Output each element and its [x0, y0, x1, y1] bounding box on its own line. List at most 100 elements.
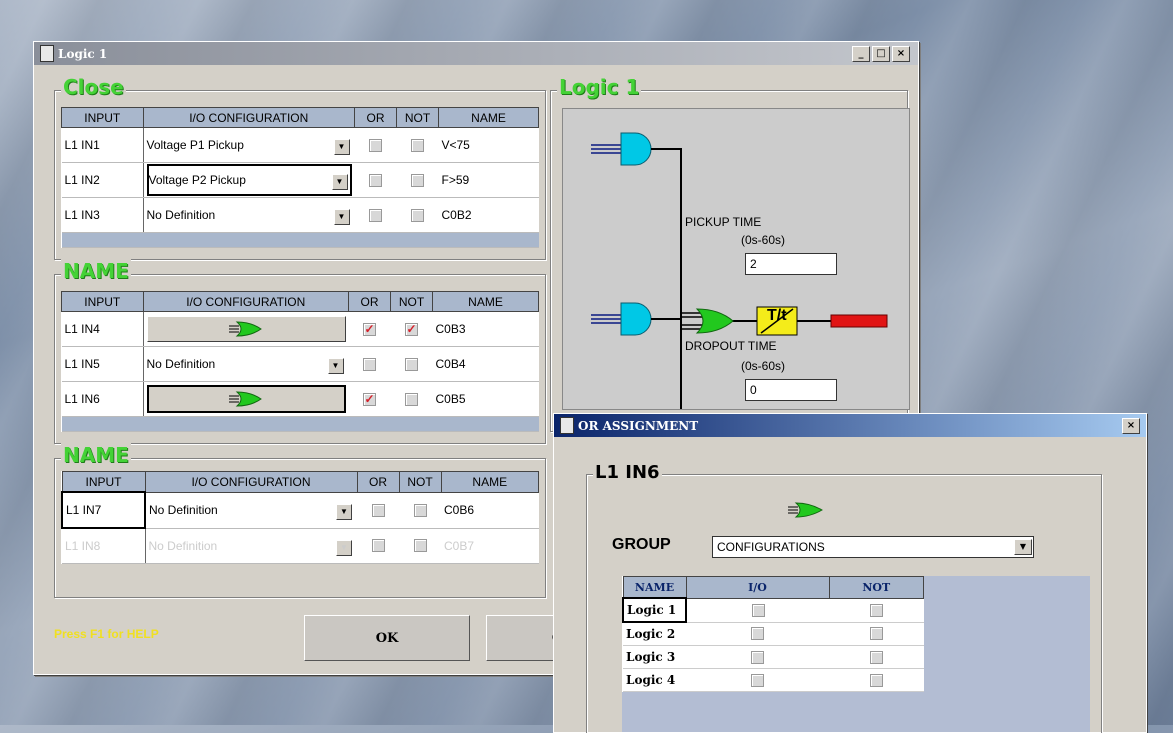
chevron-down-icon[interactable]: ▼ [333, 209, 350, 225]
logic-diagram-svg [591, 132, 888, 409]
group-close: Close INPUT I/O CONFIGURATION OR NOT NAM… [54, 75, 546, 260]
io-config-select[interactable]: No Definition ▼ [147, 201, 352, 229]
row-name[interactable]: Logic 1 [622, 597, 687, 623]
ok-button[interactable]: OK [304, 615, 470, 661]
or-checkbox[interactable] [369, 208, 382, 222]
table-row[interactable]: L1 IN3 No Definition ▼ C0B2 [61, 197, 539, 233]
input-cell: L1 IN2 [61, 162, 144, 198]
chevron-down-icon[interactable]: ▼ [327, 358, 344, 374]
name-cell[interactable]: C0B6 [441, 492, 539, 529]
table-row[interactable]: Logic 4 [623, 668, 924, 692]
not-checkbox[interactable] [869, 650, 883, 664]
chevron-down-icon[interactable]: ▼ [336, 504, 352, 520]
not-checkbox[interactable] [869, 603, 883, 617]
chevron-down-icon[interactable]: ▼ [333, 139, 350, 155]
close-button[interactable]: × [892, 45, 910, 62]
col-name: NAME [440, 471, 539, 493]
not-checkbox[interactable] [411, 138, 424, 152]
not-checkbox[interactable] [405, 392, 418, 406]
dropout-range: (0s-60s) [741, 359, 786, 373]
or-gate-icon [229, 321, 262, 337]
not-checkbox[interactable]: ✓ [405, 322, 418, 336]
io-checkbox[interactable] [751, 650, 764, 664]
input-cell: L1 IN1 [61, 127, 144, 163]
or-checkbox[interactable] [371, 503, 385, 517]
col-name: NAME [622, 576, 687, 599]
col-input: INPUT [61, 107, 144, 128]
io-config-select[interactable]: Voltage P2 Pickup ▼ [146, 164, 352, 196]
col-not: NOT [828, 576, 924, 599]
io-config-select[interactable]: Voltage P1 Pickup ▼ [147, 131, 352, 159]
chevron-down-icon: ▼ [336, 539, 352, 556]
or-checkbox [371, 539, 385, 553]
not-checkbox[interactable] [405, 357, 418, 371]
not-checkbox[interactable] [869, 627, 883, 641]
not-checkbox[interactable] [869, 673, 883, 687]
table-row[interactable]: L1 IN4 ✓ ✓ C0B3 [61, 311, 539, 347]
input-cell[interactable]: L1 IN7 [61, 491, 146, 529]
io-checkbox[interactable] [751, 603, 765, 617]
and-gate-icon [620, 132, 652, 166]
dialog-title: OR ASSIGNMENT [578, 418, 699, 433]
name-cell[interactable]: C0B2 [438, 197, 539, 233]
pickup-range: (0s-60s) [741, 233, 786, 247]
dialog-close-button[interactable]: × [1122, 417, 1140, 434]
table-row[interactable]: L1 IN1 Voltage P1 Pickup ▼ V<75 [61, 127, 539, 163]
group-select[interactable]: CONFIGURATIONS ▼ [712, 536, 1034, 558]
name-cell[interactable]: F>59 [438, 162, 539, 198]
not-checkbox[interactable] [411, 173, 424, 187]
chevron-down-icon[interactable]: ▼ [1014, 539, 1032, 555]
table-row[interactable]: L1 IN6 ✓ C0B5 [61, 381, 539, 417]
or-gate-icon [229, 391, 262, 407]
or-gate-button[interactable] [146, 385, 346, 413]
row-name[interactable]: Logic 4 [623, 668, 686, 692]
row-name[interactable]: Logic 3 [623, 645, 686, 669]
table-row[interactable]: L1 IN5 No Definition ▼ C0B4 [61, 346, 539, 382]
or-gate-button[interactable] [146, 316, 346, 342]
input-cell: L1 IN3 [61, 197, 144, 233]
dropout-time-input[interactable]: 0 [745, 379, 837, 401]
table-row[interactable]: Logic 2 [623, 622, 924, 646]
input-cell: L1 IN5 [61, 346, 144, 382]
or-checkbox[interactable]: ✓ [363, 322, 376, 336]
or-checkbox[interactable] [369, 173, 382, 187]
or-checkbox[interactable] [363, 357, 376, 371]
name-cell[interactable]: C0B5 [432, 381, 539, 417]
table-row[interactable]: L1 IN2 Voltage P2 Pickup ▼ F>59 [61, 162, 539, 198]
io-checkbox[interactable] [751, 627, 764, 641]
chevron-down-icon[interactable]: ▼ [331, 174, 348, 190]
dialog-titlebar[interactable]: OR ASSIGNMENT × [554, 414, 1146, 437]
pickup-time-input[interactable]: 2 [745, 253, 837, 275]
or-checkbox[interactable]: ✓ [363, 392, 376, 406]
io-config-select[interactable]: No Definition ▼ [149, 496, 354, 524]
window-title: Logic 1 [58, 46, 108, 61]
table-row[interactable]: Logic 3 [623, 645, 924, 669]
table-row[interactable]: Logic 1 [622, 597, 924, 623]
name-cell[interactable]: C0B3 [432, 311, 539, 347]
row-name[interactable]: Logic 2 [623, 622, 686, 646]
logic-window-titlebar[interactable]: Logic 1 _ □ × [34, 42, 918, 65]
col-not: NOT [398, 471, 442, 493]
name-cell[interactable]: V<75 [438, 127, 539, 163]
col-io: I/O [685, 576, 830, 599]
name-cell[interactable]: C0B4 [432, 346, 539, 382]
col-or: OR [356, 471, 400, 493]
table-row[interactable]: L1 IN7 No Definition ▼ C0B6 [61, 491, 539, 529]
group-name-2: NAME INPUT I/O CONFIGURATION OR NOT NAME… [54, 443, 546, 598]
group-title: NAME [61, 259, 131, 283]
input-cell: L1 IN6 [61, 381, 144, 417]
io-checkbox[interactable] [751, 673, 764, 687]
and-gate-icon [620, 302, 652, 336]
col-name: NAME [432, 291, 539, 312]
not-checkbox[interactable] [413, 503, 427, 517]
io-table: INPUT I/O CONFIGURATION OR NOT NAME L1 I… [61, 107, 539, 248]
or-gate-icon [695, 308, 734, 334]
io-config-select[interactable]: No Definition ▼ [147, 350, 346, 378]
maximize-button[interactable]: □ [872, 45, 890, 62]
minimize-button[interactable]: _ [852, 45, 870, 62]
col-name: NAME [438, 107, 539, 128]
not-checkbox [413, 539, 427, 553]
not-checkbox[interactable] [411, 208, 424, 222]
col-input: INPUT [61, 291, 144, 312]
or-checkbox[interactable] [369, 138, 382, 152]
